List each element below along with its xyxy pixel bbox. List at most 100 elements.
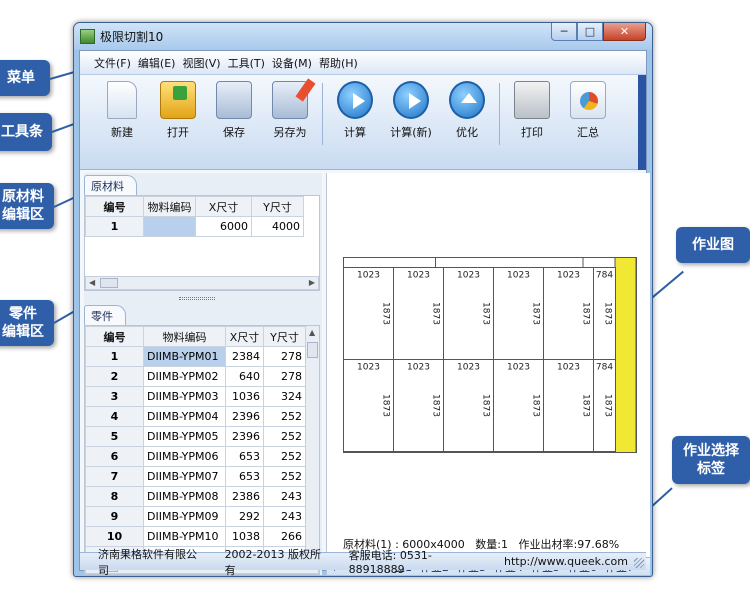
maximize-button[interactable]: □ bbox=[577, 23, 603, 41]
part-code-cell[interactable]: DIIMB-YPM02 bbox=[143, 366, 226, 387]
material-row[interactable]: 1 6000 4000 bbox=[85, 216, 304, 237]
menu-device[interactable]: 设备(M) bbox=[272, 55, 312, 71]
part-id-cell[interactable]: 3 bbox=[85, 386, 144, 407]
col-header-x[interactable]: X尺寸 bbox=[195, 196, 252, 217]
part-row[interactable]: 4 DIIMB-YPM04 2396 252 bbox=[85, 406, 306, 427]
tab-parts[interactable]: 零件 bbox=[84, 305, 126, 325]
part-row[interactable]: 2 DIIMB-YPM02 640 278 bbox=[85, 366, 306, 387]
scroll-thumb[interactable] bbox=[307, 342, 318, 358]
part-x-cell[interactable]: 292 bbox=[225, 506, 264, 527]
part-x-cell[interactable]: 2384 bbox=[225, 346, 264, 367]
part-code-cell[interactable]: DIIMB-YPM09 bbox=[143, 506, 226, 527]
menu-help[interactable]: 帮助(H) bbox=[319, 55, 358, 71]
col-header-y[interactable]: Y尺寸 bbox=[263, 326, 306, 347]
part-id-cell[interactable]: 8 bbox=[85, 486, 144, 507]
part-code-cell[interactable]: DIIMB-YPM04 bbox=[143, 406, 226, 427]
part-row[interactable]: 8 DIIMB-YPM08 2386 243 bbox=[85, 486, 306, 507]
part-y-cell[interactable]: 243 bbox=[263, 486, 306, 507]
scroll-up-icon[interactable]: ▲ bbox=[309, 328, 315, 337]
part-y-cell[interactable]: 252 bbox=[263, 426, 306, 447]
new-button[interactable]: 新建 bbox=[94, 81, 150, 147]
status-bar: 济南果格软件有限公司 2002-2013 版权所有 客服电话: 0531-889… bbox=[80, 548, 646, 577]
part-y-cell[interactable]: 252 bbox=[263, 466, 306, 487]
material-y-cell[interactable]: 4000 bbox=[251, 216, 304, 237]
part-row[interactable]: 3 DIIMB-YPM03 1036 324 bbox=[85, 386, 306, 407]
scroll-thumb[interactable] bbox=[100, 278, 118, 288]
col-header-code[interactable]: 物料编码 bbox=[143, 326, 226, 347]
part-x-cell[interactable]: 2396 bbox=[225, 406, 264, 427]
piece-width-label: 1023 bbox=[407, 271, 430, 281]
status-url[interactable]: http://www.queek.com bbox=[504, 555, 628, 568]
part-y-cell[interactable]: 252 bbox=[263, 406, 306, 427]
col-header-y[interactable]: Y尺寸 bbox=[251, 196, 304, 217]
part-y-cell[interactable]: 266 bbox=[263, 526, 306, 547]
menu-tools[interactable]: 工具(T) bbox=[228, 55, 265, 71]
part-row[interactable]: 7 DIIMB-YPM07 653 252 bbox=[85, 466, 306, 487]
part-code-cell[interactable]: DIIMB-YPM03 bbox=[143, 386, 226, 407]
part-id-cell[interactable]: 10 bbox=[85, 526, 144, 547]
material-code-cell[interactable] bbox=[143, 216, 196, 237]
material-x-cell[interactable]: 6000 bbox=[195, 216, 252, 237]
part-code-cell[interactable]: DIIMB-YPM06 bbox=[143, 446, 226, 467]
save-as-button[interactable]: 另存为 bbox=[262, 81, 318, 147]
save-button[interactable]: 保存 bbox=[206, 81, 262, 147]
cutting-layout-diagram[interactable]: 1023 1873 1023 1873 1023 1873 1023 1873 1023 1873… bbox=[343, 257, 637, 453]
part-row[interactable]: 6 DIIMB-YPM06 653 252 bbox=[85, 446, 306, 467]
part-id-cell[interactable]: 4 bbox=[85, 406, 144, 427]
open-button[interactable]: 打开 bbox=[150, 81, 206, 147]
part-y-cell[interactable]: 252 bbox=[263, 446, 306, 467]
col-header-id[interactable]: 编号 bbox=[85, 196, 144, 217]
calculate-label: 计算 bbox=[344, 126, 366, 139]
calculate-new-label: 计算(新) bbox=[390, 126, 432, 139]
menu-edit[interactable]: 编辑(E) bbox=[138, 55, 176, 71]
part-row[interactable]: 1 DIIMB-YPM01 2384 278 bbox=[85, 346, 306, 367]
part-row[interactable]: 5 DIIMB-YPM05 2396 252 bbox=[85, 426, 306, 447]
part-x-cell[interactable]: 653 bbox=[225, 446, 264, 467]
part-x-cell[interactable]: 2386 bbox=[225, 486, 264, 507]
part-code-cell[interactable]: DIIMB-YPM01 bbox=[143, 346, 226, 367]
part-y-cell[interactable]: 324 bbox=[263, 386, 306, 407]
calculate-button[interactable]: 计算 bbox=[327, 81, 383, 147]
optimize-button[interactable]: 优化 bbox=[439, 81, 495, 147]
parts-vscrollbar[interactable]: ▲ ▼ bbox=[305, 326, 319, 562]
part-id-cell[interactable]: 7 bbox=[85, 466, 144, 487]
materials-hscrollbar[interactable]: ◀ ▶ bbox=[85, 276, 319, 290]
menu-file[interactable]: 文件(F) bbox=[94, 55, 131, 71]
col-header-x[interactable]: X尺寸 bbox=[225, 326, 264, 347]
part-code-cell[interactable]: DIIMB-YPM05 bbox=[143, 426, 226, 447]
scroll-right-icon[interactable]: ▶ bbox=[309, 278, 315, 287]
col-header-id[interactable]: 编号 bbox=[85, 326, 144, 347]
material-id-cell[interactable]: 1 bbox=[85, 216, 144, 237]
calculate-new-button[interactable]: 计算(新) bbox=[383, 81, 439, 147]
part-id-cell[interactable]: 2 bbox=[85, 366, 144, 387]
part-x-cell[interactable]: 653 bbox=[225, 466, 264, 487]
menu-view[interactable]: 视图(V) bbox=[182, 55, 220, 71]
part-code-cell[interactable]: DIIMB-YPM07 bbox=[143, 466, 226, 487]
print-button[interactable]: 打印 bbox=[504, 81, 560, 147]
part-x-cell[interactable]: 2396 bbox=[225, 426, 264, 447]
toolbar-overflow-grip[interactable] bbox=[638, 75, 646, 170]
part-id-cell[interactable]: 1 bbox=[85, 346, 144, 367]
splitter-grip[interactable] bbox=[179, 297, 215, 300]
summary-button[interactable]: 汇总 bbox=[560, 81, 616, 147]
title-bar[interactable]: 极限切割10 ─ □ ✕ bbox=[74, 23, 652, 50]
part-y-cell[interactable]: 278 bbox=[263, 366, 306, 387]
minimize-button[interactable]: ─ bbox=[551, 23, 577, 41]
resize-grip[interactable] bbox=[634, 558, 644, 568]
part-x-cell[interactable]: 640 bbox=[225, 366, 264, 387]
part-y-cell[interactable]: 278 bbox=[263, 346, 306, 367]
col-header-code[interactable]: 物料编码 bbox=[143, 196, 196, 217]
part-code-cell[interactable]: DIIMB-YPM08 bbox=[143, 486, 226, 507]
part-id-cell[interactable]: 5 bbox=[85, 426, 144, 447]
part-x-cell[interactable]: 1036 bbox=[225, 386, 264, 407]
part-id-cell[interactable]: 6 bbox=[85, 446, 144, 467]
part-row[interactable]: 9 DIIMB-YPM09 292 243 bbox=[85, 506, 306, 527]
part-code-cell[interactable]: DIIMB-YPM10 bbox=[143, 526, 226, 547]
part-y-cell[interactable]: 243 bbox=[263, 506, 306, 527]
part-x-cell[interactable]: 1038 bbox=[225, 526, 264, 547]
tab-materials[interactable]: 原材料 bbox=[84, 175, 137, 195]
scroll-left-icon[interactable]: ◀ bbox=[89, 278, 95, 287]
part-id-cell[interactable]: 9 bbox=[85, 506, 144, 527]
close-button[interactable]: ✕ bbox=[603, 23, 646, 41]
part-row[interactable]: 10 DIIMB-YPM10 1038 266 bbox=[85, 526, 306, 547]
